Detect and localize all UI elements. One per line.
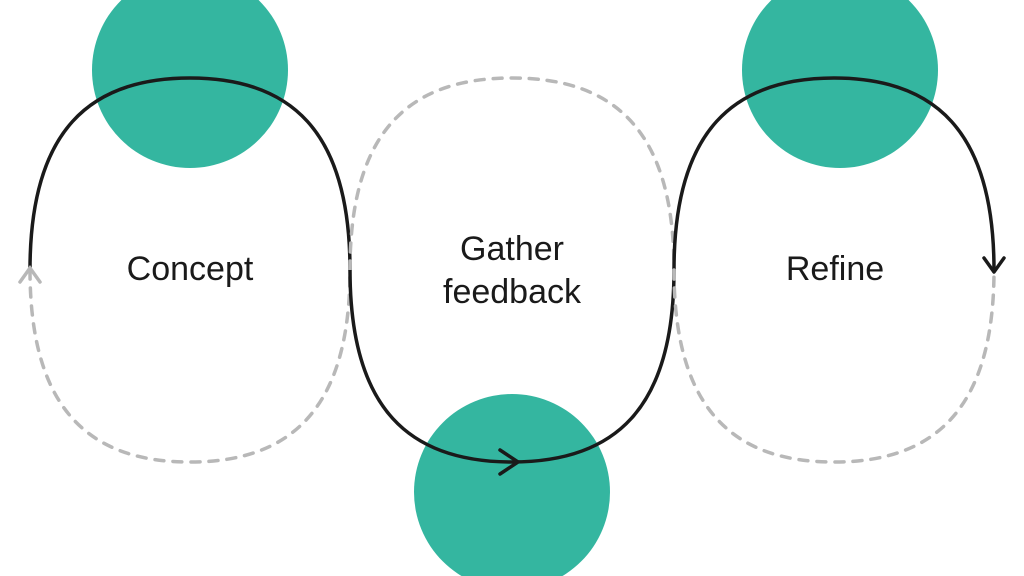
process-diagram: Concept Gather feedback Refine — [0, 0, 1024, 576]
loop-concept-bottom — [30, 270, 350, 462]
accent-circle-gather — [414, 394, 610, 576]
accent-circle-concept — [92, 0, 288, 168]
accent-circle-refine — [742, 0, 938, 168]
loop-refine-bottom — [674, 270, 994, 462]
stage-label-concept: Concept — [120, 248, 260, 291]
stage-label-gather: Gather feedback — [422, 228, 602, 313]
stage-label-refine: Refine — [770, 248, 900, 291]
